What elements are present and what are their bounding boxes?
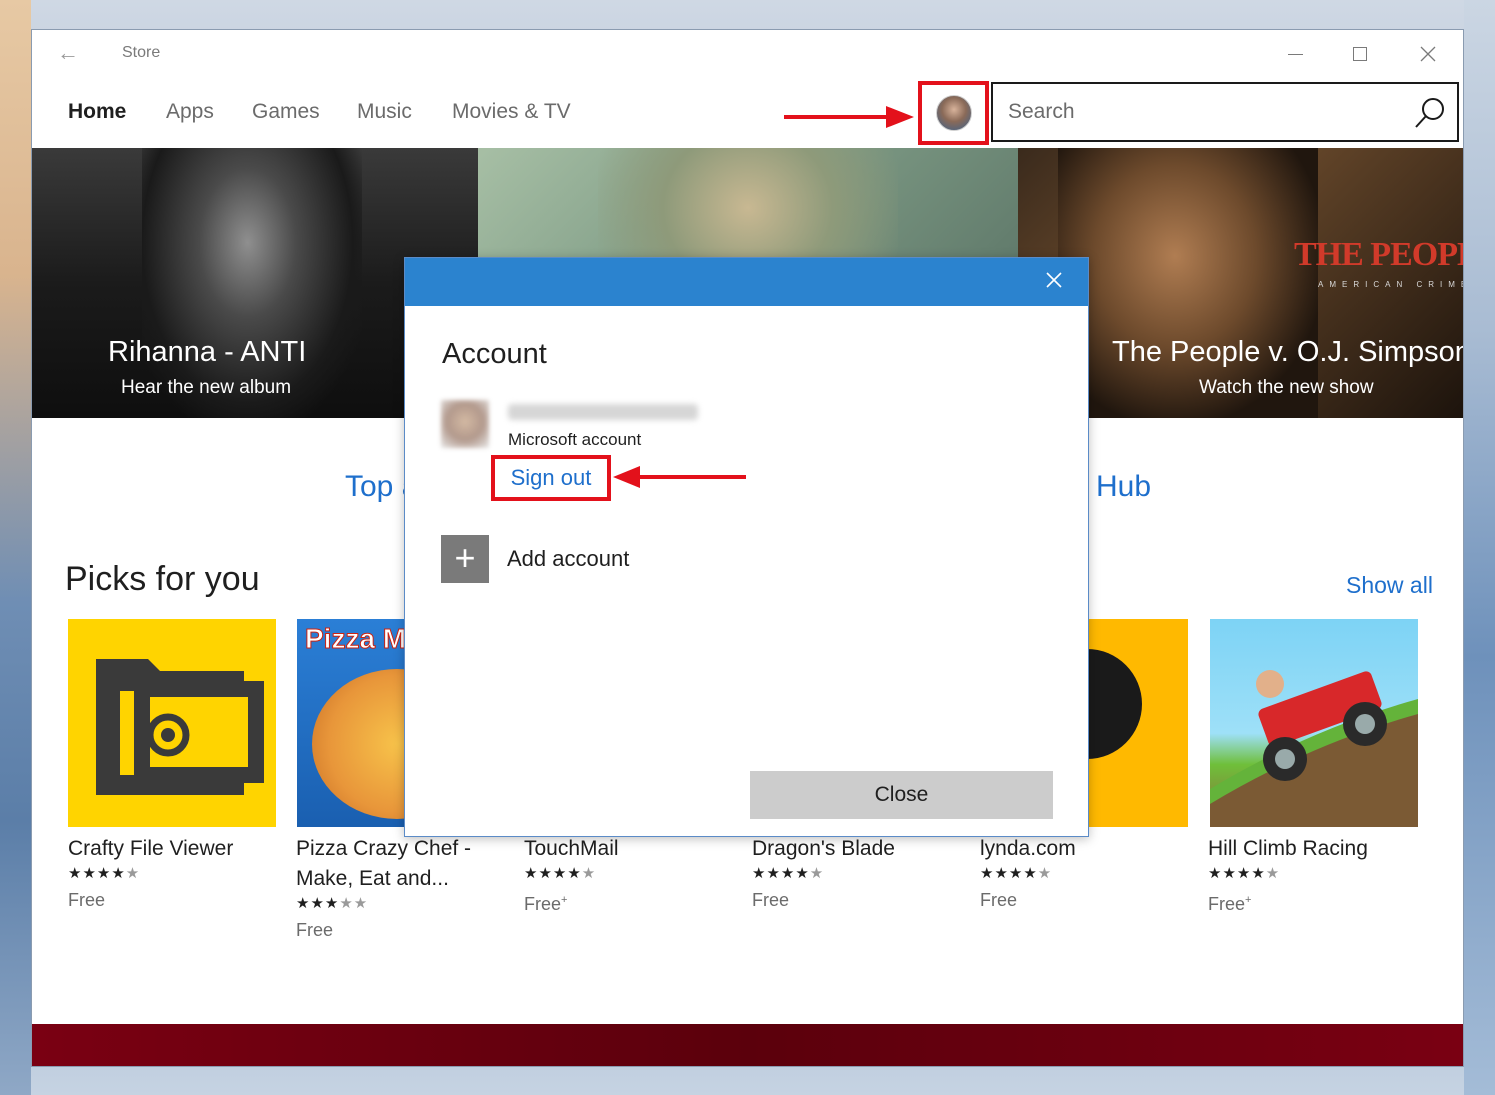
nav-movies-tv[interactable]: Movies & TV (452, 100, 571, 124)
sign-out-link[interactable]: Sign out (511, 465, 592, 491)
rating-stars: ★★★★★ (980, 864, 1190, 884)
close-window-button[interactable] (1408, 40, 1448, 68)
stars-empty: ★ (125, 865, 141, 882)
stars-empty: ★ (809, 865, 825, 882)
app-price: Free (980, 890, 1018, 910)
stars-empty: ★★ (339, 895, 369, 912)
back-arrow-icon[interactable]: ← (54, 40, 82, 66)
search-icon[interactable] (1413, 96, 1447, 130)
nav-home[interactable]: Home (68, 100, 126, 124)
tile-info: lynda.com ★★★★★ Free (980, 834, 1190, 916)
picks-title: Picks for you (65, 560, 260, 598)
annotation-arrow-right (784, 106, 914, 128)
hero-subtitle: Hear the new album (121, 377, 292, 398)
stars-empty: ★ (581, 865, 597, 882)
close-button[interactable]: Close (750, 771, 1053, 819)
stars-filled: ★★★★ (980, 865, 1038, 882)
tile-logo: Pizza M (304, 623, 407, 655)
minimize-button[interactable] (1275, 40, 1315, 68)
hero-title: The People v. O.J. Simpson (1112, 336, 1464, 368)
desktop-background-left (0, 0, 31, 1095)
title-bar: ← Store (32, 30, 1463, 76)
stars-empty: ★ (1265, 865, 1281, 882)
show-logo: THE PEOPLE v. O.J. S (1294, 236, 1463, 273)
annotation-arrow-left (613, 466, 746, 488)
dialog-close-icon[interactable] (1042, 270, 1066, 294)
stars-filled: ★★★★ (524, 865, 582, 882)
app-name[interactable]: lynda.com (980, 834, 1190, 864)
app-tile-crafty-file-viewer[interactable] (68, 619, 276, 827)
tile-info: Hill Climb Racing ★★★★★ Free+ (1208, 834, 1418, 920)
tile-info: Dragon's Blade ★★★★★ Free (752, 834, 962, 916)
footer-banner (32, 1024, 1463, 1066)
minimize-icon (1287, 53, 1303, 55)
nav-games[interactable]: Games (252, 100, 320, 124)
account-email-redacted (508, 404, 698, 420)
stars-filled: ★★★★ (68, 865, 126, 882)
account-avatar-button[interactable] (918, 81, 989, 145)
folder-gear-icon (96, 659, 264, 795)
show-all-link[interactable]: Show all (1346, 572, 1433, 599)
nav-music[interactable]: Music (357, 100, 412, 124)
desktop-background-right (1464, 0, 1495, 1095)
app-name[interactable]: TouchMail (524, 834, 734, 864)
account-dialog: Account Microsoft account Sign out + Add… (404, 257, 1089, 837)
rating-stars: ★★★★★ (524, 864, 734, 884)
app-tile-lynda[interactable] (1082, 619, 1188, 827)
avatar (935, 95, 972, 131)
dialog-title: Account (442, 338, 547, 370)
stars-filled: ★★★★ (752, 865, 810, 882)
search-box[interactable] (991, 82, 1459, 142)
app-name[interactable]: Crafty File Viewer (68, 834, 278, 864)
tile-info: TouchMail ★★★★★ Free+ (524, 834, 734, 920)
account-picture (441, 400, 489, 448)
tile-info: Pizza Crazy Chef - Make, Eat and... ★★★★… (296, 834, 506, 946)
rating-stars: ★★★★★ (68, 864, 278, 884)
red-jeep-icon (1210, 670, 1418, 827)
rating-stars: ★★★★★ (752, 864, 962, 884)
tile-info: Crafty File Viewer ★★★★★ Free (68, 834, 278, 916)
app-price: Free (68, 890, 106, 910)
nav-apps[interactable]: Apps (166, 100, 214, 124)
app-price: Free+ (1208, 884, 1418, 920)
stars-filled: ★★★ (296, 895, 340, 912)
stars-empty: ★ (1037, 865, 1053, 882)
app-name[interactable]: Hill Climb Racing (1208, 834, 1418, 864)
account-type-label: Microsoft account (508, 430, 642, 449)
price-label: Free (524, 894, 562, 914)
maximize-icon (1353, 47, 1367, 61)
app-tile-hill-climb-racing[interactable] (1210, 619, 1418, 827)
add-account-label: Add account (507, 546, 630, 571)
close-icon (1420, 46, 1436, 62)
search-input[interactable] (993, 100, 1393, 124)
hero-subtitle: Watch the new show (1199, 377, 1374, 398)
hero-title: Rihanna - ANTI (108, 336, 307, 368)
stars-filled: ★★★★ (1208, 865, 1266, 882)
app-name[interactable]: Pizza Crazy Chef - Make, Eat and... (296, 834, 506, 894)
price-label: Free (1208, 894, 1246, 914)
app-price: Free (296, 920, 334, 940)
add-account-button[interactable]: + Add account (441, 535, 629, 583)
rating-stars: ★★★★★ (1208, 864, 1418, 884)
show-tagline: AMERICAN CRIME (1318, 280, 1464, 289)
plus-mark: + (1245, 894, 1252, 906)
plus-icon: + (441, 535, 489, 583)
sign-out-highlight: Sign out (491, 455, 611, 501)
close-icon (1046, 272, 1062, 288)
app-title: Store (122, 44, 161, 61)
plus-mark: + (561, 894, 568, 906)
dialog-header (405, 258, 1088, 306)
app-price: Free+ (524, 884, 734, 920)
rating-stars: ★★★★★ (296, 894, 506, 914)
app-name[interactable]: Dragon's Blade (752, 834, 962, 864)
hub-link[interactable]: Hub (1096, 470, 1151, 504)
app-price: Free (752, 890, 790, 910)
lynda-icon (1082, 649, 1142, 759)
maximize-button[interactable] (1340, 40, 1380, 68)
